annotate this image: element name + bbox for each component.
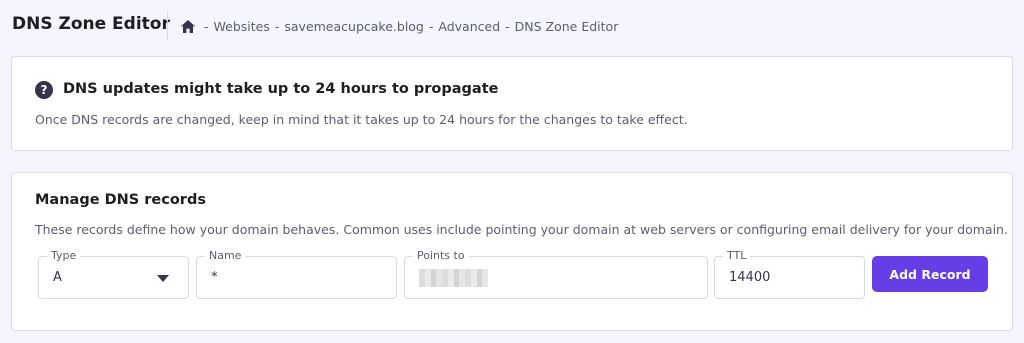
add-record-button[interactable]: Add Record	[872, 256, 988, 292]
chevron-down-icon[interactable]	[157, 275, 169, 282]
type-label: Type	[47, 249, 81, 263]
breadcrumb-separator: -	[204, 18, 209, 34]
breadcrumb-item-advanced[interactable]: Advanced	[438, 19, 500, 34]
page-header: DNS Zone Editor - Websites - savemeacupc…	[0, 0, 1024, 52]
name-label: Name	[205, 249, 246, 263]
notice-text: Once DNS records are changed, keep in mi…	[35, 112, 688, 127]
manage-description: These records define how your domain beh…	[35, 222, 1008, 237]
manage-title: Manage DNS records	[35, 192, 206, 208]
breadcrumb-item-websites[interactable]: Websites	[214, 19, 270, 34]
type-select[interactable]: Type A	[38, 249, 189, 299]
breadcrumb: - Websites - savemeacupcake.blog - Advan…	[181, 17, 618, 35]
name-value: *	[211, 270, 218, 285]
ttl-input[interactable]: TTL 14400	[714, 249, 865, 299]
ttl-label: TTL	[723, 249, 751, 263]
notice-title: DNS updates might take up to 24 hours to…	[63, 81, 499, 97]
points-to-label: Points to	[413, 249, 469, 263]
ttl-value: 14400	[729, 270, 771, 285]
breadcrumb-separator: -	[428, 18, 434, 34]
page-title: DNS Zone Editor	[12, 14, 170, 34]
redacted-value	[419, 269, 488, 287]
header-divider	[167, 11, 168, 41]
breadcrumb-item-current: DNS Zone Editor	[514, 18, 619, 34]
breadcrumb-separator: -	[505, 18, 510, 34]
question-circle-icon: ?	[35, 81, 53, 99]
manage-dns-card: Manage DNS records These records define …	[11, 172, 1013, 331]
points-to-input[interactable]: Points to	[404, 249, 708, 299]
propagation-notice-card: ? DNS updates might take up to 24 hours …	[11, 56, 1013, 151]
type-value: A	[53, 270, 62, 285]
home-icon[interactable]	[181, 19, 195, 33]
name-input[interactable]: Name *	[196, 249, 397, 299]
breadcrumb-separator: -	[274, 18, 280, 34]
breadcrumb-item-domain[interactable]: savemeacupcake.blog	[284, 19, 424, 34]
